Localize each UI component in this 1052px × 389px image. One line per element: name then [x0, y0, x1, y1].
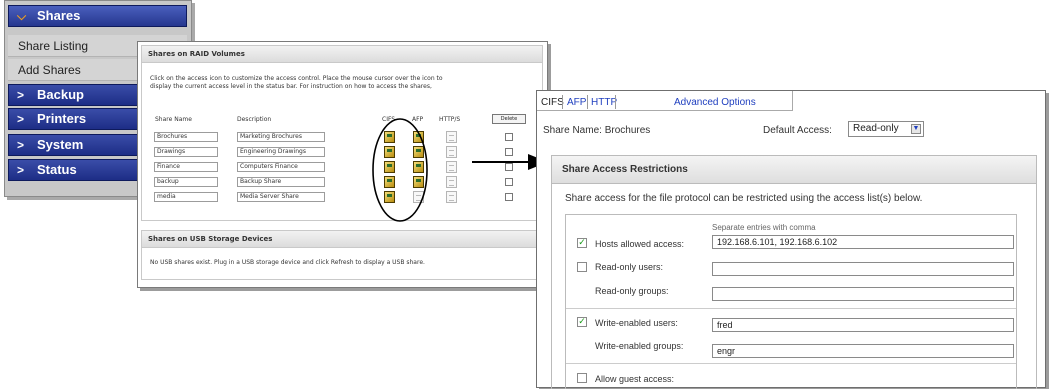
- read-only-users-input[interactable]: [712, 262, 1014, 276]
- raid-help-line1: Click on the access icon to customize th…: [150, 75, 443, 82]
- delete-checkbox[interactable]: [505, 193, 513, 201]
- hosts-allowed-input[interactable]: 192.168.6.101, 192.168.6.102: [712, 235, 1014, 249]
- share-name-value: Brochures: [604, 125, 651, 136]
- raid-help-line2: display the current access level in the …: [150, 83, 432, 90]
- share-name-cell[interactable]: backup: [154, 177, 218, 187]
- default-access-select[interactable]: Read-only ▼: [848, 121, 924, 137]
- write-enabled-users-checkbox[interactable]: ✓: [577, 317, 587, 327]
- usb-shares-title: Shares on USB Storage Devices: [142, 231, 542, 248]
- tab-afp[interactable]: AFP: [567, 97, 586, 108]
- chevron-right-icon: >: [17, 88, 25, 102]
- hosts-allowed-label: Hosts allowed access:: [595, 239, 685, 249]
- default-access-label: Default Access:: [763, 125, 832, 136]
- nav-shares-label: Shares: [37, 8, 81, 23]
- write-enabled-groups-input[interactable]: engr: [712, 344, 1014, 358]
- tab-divider: [587, 95, 588, 109]
- tab-http[interactable]: HTTP: [591, 97, 617, 108]
- raid-shares-box: Shares on RAID Volumes Click on the acce…: [141, 45, 543, 222]
- chevron-down-icon: ▼: [911, 124, 921, 134]
- description-cell[interactable]: Backup Share: [237, 177, 325, 187]
- nav-system-label: System: [37, 137, 84, 152]
- restrictions-title: Share Access Restrictions: [562, 164, 688, 175]
- delete-checkbox[interactable]: [505, 178, 513, 186]
- usb-message: No USB shares exist. Plug in a USB stora…: [150, 259, 425, 266]
- https-access-icon[interactable]: [446, 146, 457, 158]
- https-access-icon[interactable]: [446, 191, 457, 203]
- chevron-right-icon: >: [17, 112, 25, 126]
- nav-status-label: Status: [37, 162, 77, 177]
- write-enabled-groups-label: Write-enabled groups:: [595, 341, 684, 351]
- tab-divider: [562, 95, 563, 109]
- usb-shares-box: Shares on USB Storage Devices No USB sha…: [141, 230, 543, 280]
- col-https: HTTP/S: [439, 116, 461, 123]
- chevron-down-icon: ⌵: [17, 9, 27, 23]
- section-divider: [566, 363, 1016, 364]
- share-name-cell[interactable]: Finance: [154, 162, 218, 172]
- separator-hint: Separate entries with comma: [712, 223, 816, 232]
- description-cell[interactable]: Computers Finance: [237, 162, 325, 172]
- https-access-icon[interactable]: [446, 161, 457, 173]
- share-name-cell[interactable]: media: [154, 192, 218, 202]
- chevron-right-icon: >: [17, 138, 25, 152]
- share-name-label: Share Name: Brochures: [543, 125, 651, 136]
- https-access-icon[interactable]: [446, 176, 457, 188]
- write-enabled-users-input[interactable]: fred: [712, 318, 1014, 332]
- chevron-right-icon: >: [17, 163, 25, 177]
- col-description: Description: [237, 116, 272, 123]
- nav-printers-label: Printers: [37, 111, 87, 126]
- guest-access-checkbox[interactable]: [577, 373, 587, 383]
- nav-shares[interactable]: ⌵ Shares: [8, 5, 187, 27]
- col-share-name: Share Name: [155, 116, 192, 123]
- share-access-panel: CIFS AFP HTTP Advanced Options Share Nam…: [536, 90, 1046, 389]
- raid-shares-title: Shares on RAID Volumes: [142, 46, 542, 63]
- description-cell[interactable]: Marketing Brochures: [237, 132, 325, 142]
- description-cell[interactable]: Media Server Share: [237, 192, 325, 202]
- write-enabled-users-label: Write-enabled users:: [595, 318, 678, 328]
- delete-button[interactable]: Delete: [492, 114, 526, 124]
- tab-advanced-options[interactable]: Advanced Options: [674, 97, 756, 108]
- read-only-users-checkbox[interactable]: [577, 262, 587, 272]
- tab-cifs[interactable]: CIFS: [541, 97, 564, 108]
- hosts-allowed-checkbox[interactable]: ✓: [577, 238, 587, 248]
- guest-access-label: Allow guest access:: [595, 374, 675, 384]
- restrictions-intro: Share access for the file protocol can b…: [565, 193, 923, 204]
- read-only-users-label: Read-only users:: [595, 262, 664, 272]
- read-only-groups-label: Read-only groups:: [595, 286, 669, 296]
- description-cell[interactable]: Engineering Drawings: [237, 147, 325, 157]
- nav-backup-label: Backup: [37, 87, 84, 102]
- highlight-ellipse: [372, 118, 428, 222]
- https-access-icon[interactable]: [446, 131, 457, 143]
- section-divider: [566, 308, 1016, 309]
- default-access-value: Read-only: [853, 123, 899, 134]
- tab-divider: [615, 95, 616, 109]
- share-name-cell[interactable]: Drawings: [154, 147, 218, 157]
- read-only-groups-input[interactable]: [712, 287, 1014, 301]
- share-name-cell[interactable]: Brochures: [154, 132, 218, 142]
